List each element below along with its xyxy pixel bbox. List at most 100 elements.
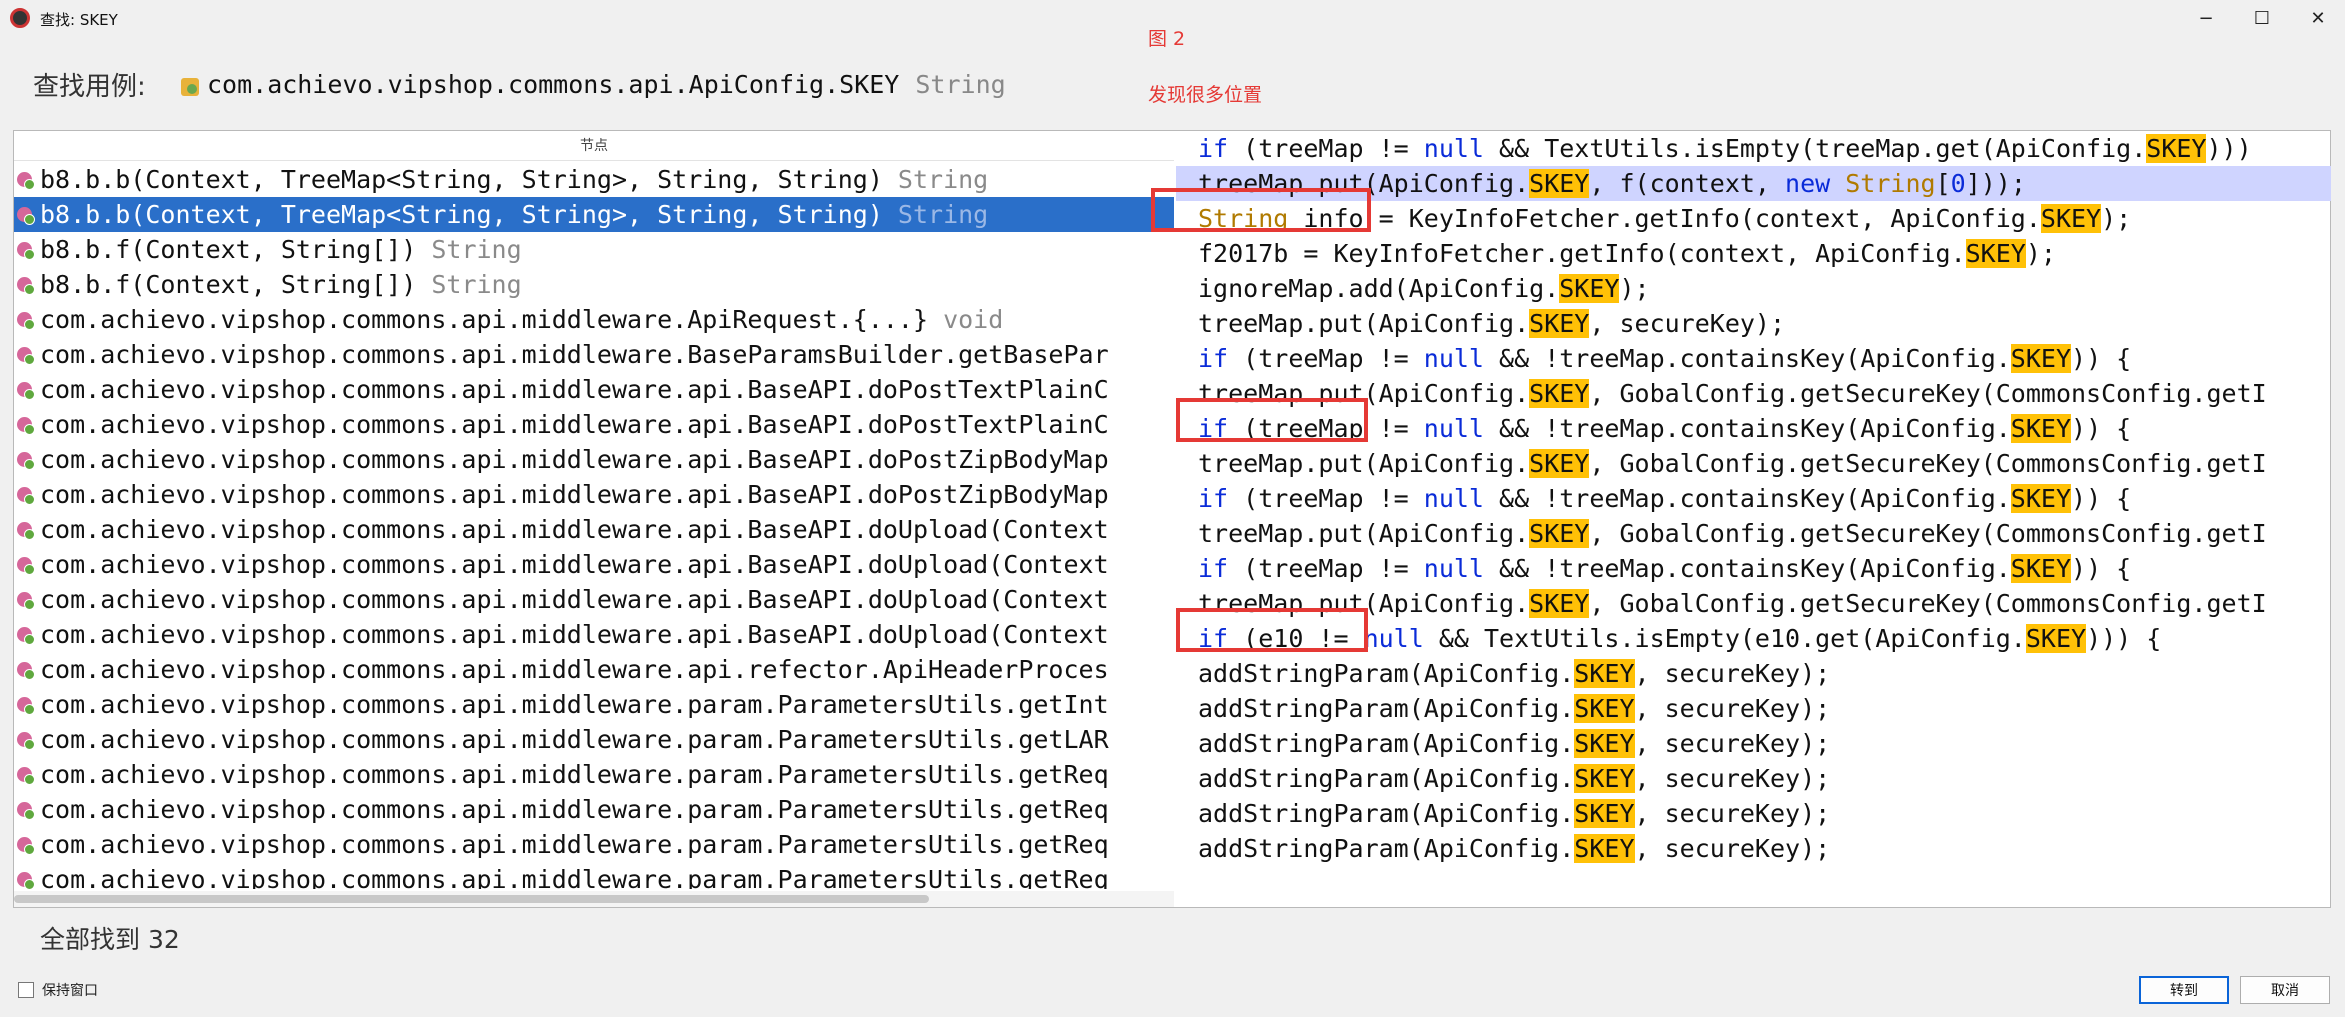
usage-row[interactable]: com.achievo.vipshop.commons.api.middlewa… bbox=[14, 792, 1174, 827]
search-target-name: com.achievo.vipshop.commons.api.ApiConfi… bbox=[207, 70, 900, 99]
code-line: treeMap.put(ApiConfig.SKEY, GobalConfig.… bbox=[1198, 379, 2267, 408]
usage-row[interactable]: com.achievo.vipshop.commons.api.middlewa… bbox=[14, 827, 1174, 862]
code-line: treeMap.put(ApiConfig.SKEY, secureKey); bbox=[1198, 309, 1786, 338]
usage-row[interactable]: com.achievo.vipshop.commons.api.middlewa… bbox=[14, 757, 1174, 792]
usage-row[interactable]: com.achievo.vipshop.commons.api.middlewa… bbox=[14, 302, 1174, 337]
method-icon bbox=[17, 452, 35, 470]
window-title: 查找: SKEY bbox=[40, 11, 118, 29]
code-line: f2017b = KeyInfoFetcher.getInfo(context,… bbox=[1198, 239, 2056, 268]
method-icon bbox=[17, 207, 35, 225]
note-annotation: 发现很多位置 bbox=[1148, 84, 1263, 106]
usage-row-text: com.achievo.vipshop.commons.api.middlewa… bbox=[40, 410, 1109, 439]
code-line: addStringParam(ApiConfig.SKEY, secureKey… bbox=[1198, 729, 1831, 758]
method-icon bbox=[17, 802, 35, 820]
usage-row-text: com.achievo.vipshop.commons.api.middlewa… bbox=[40, 830, 1109, 859]
usage-row-type: String bbox=[882, 200, 989, 229]
search-target-type: String bbox=[915, 70, 1006, 99]
usage-row-text: com.achievo.vipshop.commons.api.middlewa… bbox=[40, 515, 1109, 544]
usage-row-text: com.achievo.vipshop.commons.api.middlewa… bbox=[40, 480, 1109, 509]
close-button[interactable]: ✕ bbox=[2290, 2, 2345, 34]
method-icon bbox=[17, 697, 35, 715]
usage-row-text: com.achievo.vipshop.commons.api.middlewa… bbox=[40, 795, 1109, 824]
code-line: ignoreMap.add(ApiConfig.SKEY); bbox=[1198, 274, 1650, 303]
usage-row-text: com.achievo.vipshop.commons.api.middlewa… bbox=[40, 760, 1109, 789]
usage-row[interactable]: com.achievo.vipshop.commons.api.middlewa… bbox=[14, 442, 1174, 477]
usage-row-text: com.achievo.vipshop.commons.api.middlewa… bbox=[40, 690, 1109, 719]
usage-row-text: com.achievo.vipshop.commons.api.middlewa… bbox=[40, 375, 1109, 404]
method-icon bbox=[17, 417, 35, 435]
keep-window-option[interactable]: 保持窗口 bbox=[18, 980, 98, 1000]
usage-row[interactable]: com.achievo.vipshop.commons.api.middlewa… bbox=[14, 337, 1174, 372]
find-usages-label: 查找用例: bbox=[33, 72, 146, 102]
usage-row[interactable]: com.achievo.vipshop.commons.api.middlewa… bbox=[14, 477, 1174, 512]
code-line: if (treeMap != null && !treeMap.contains… bbox=[1198, 344, 2132, 373]
method-icon bbox=[17, 277, 35, 295]
usage-row-text: com.achievo.vipshop.commons.api.middlewa… bbox=[40, 655, 1109, 684]
method-icon bbox=[17, 172, 35, 190]
usage-row-type: String bbox=[416, 270, 522, 299]
code-line: if (treeMap != null && !treeMap.contains… bbox=[1198, 414, 2132, 443]
usage-row-type: void bbox=[928, 305, 1004, 334]
maximize-button[interactable]: ☐ bbox=[2234, 2, 2290, 34]
usage-row[interactable]: com.achievo.vipshop.commons.api.middlewa… bbox=[14, 687, 1174, 722]
code-line: addStringParam(ApiConfig.SKEY, secureKey… bbox=[1198, 659, 1831, 688]
figure-annotation: 图 2 bbox=[1148, 28, 1186, 50]
code-line: String info = KeyInfoFetcher.getInfo(con… bbox=[1198, 204, 2132, 233]
usage-row[interactable]: b8.b.b(Context, TreeMap<String, String>,… bbox=[14, 197, 1174, 232]
usage-row[interactable]: com.achievo.vipshop.commons.api.middlewa… bbox=[14, 372, 1174, 407]
code-line: treeMap.put(ApiConfig.SKEY, GobalConfig.… bbox=[1198, 589, 2267, 618]
code-line: if (e10 != null && TextUtils.isEmpty(e10… bbox=[1198, 624, 2162, 653]
field-icon bbox=[181, 78, 199, 96]
goto-button[interactable]: 转到 bbox=[2139, 976, 2229, 1004]
usage-row[interactable]: b8.b.f(Context, String[]) String bbox=[14, 232, 1174, 267]
node-column-header[interactable]: 节点 bbox=[14, 131, 1174, 161]
usage-row[interactable]: com.achievo.vipshop.commons.api.middlewa… bbox=[14, 862, 1174, 889]
usage-row[interactable]: com.achievo.vipshop.commons.api.middlewa… bbox=[14, 582, 1174, 617]
method-icon bbox=[17, 312, 35, 330]
method-icon bbox=[17, 382, 35, 400]
code-line: treeMap.put(ApiConfig.SKEY, GobalConfig.… bbox=[1198, 449, 2267, 478]
horizontal-scrollbar[interactable] bbox=[14, 891, 1174, 907]
usage-row[interactable]: com.achievo.vipshop.commons.api.middlewa… bbox=[14, 617, 1174, 652]
usage-list[interactable]: b8.b.b(Context, TreeMap<String, String>,… bbox=[14, 162, 1174, 889]
cancel-button[interactable]: 取消 bbox=[2240, 976, 2330, 1004]
usage-row[interactable]: com.achievo.vipshop.commons.api.middlewa… bbox=[14, 547, 1174, 582]
usage-row[interactable]: com.achievo.vipshop.commons.api.middlewa… bbox=[14, 722, 1174, 757]
results-count: 全部找到 32 bbox=[40, 925, 180, 954]
method-icon bbox=[17, 837, 35, 855]
results-panel: 节点 b8.b.b(Context, TreeMap<String, Strin… bbox=[13, 130, 2331, 908]
usage-row-text: b8.b.b(Context, TreeMap<String, String>,… bbox=[40, 200, 883, 229]
method-icon bbox=[17, 487, 35, 505]
method-icon bbox=[17, 627, 35, 645]
scrollbar-thumb[interactable] bbox=[14, 895, 929, 903]
usage-row-text: com.achievo.vipshop.commons.api.middlewa… bbox=[40, 865, 1109, 889]
usage-row[interactable]: b8.b.b(Context, TreeMap<String, String>,… bbox=[14, 162, 1174, 197]
code-line: addStringParam(ApiConfig.SKEY, secureKey… bbox=[1198, 764, 1831, 793]
usage-row-text: b8.b.b(Context, TreeMap<String, String>,… bbox=[40, 165, 883, 194]
usage-row-text: com.achievo.vipshop.commons.api.middlewa… bbox=[40, 620, 1109, 649]
method-icon bbox=[17, 732, 35, 750]
code-line: if (treeMap != null && !treeMap.contains… bbox=[1198, 484, 2132, 513]
usage-row[interactable]: com.achievo.vipshop.commons.api.middlewa… bbox=[14, 512, 1174, 547]
code-line: addStringParam(ApiConfig.SKEY, secureKey… bbox=[1198, 694, 1831, 723]
code-line: treeMap.put(ApiConfig.SKEY, f(context, n… bbox=[1176, 166, 2331, 201]
code-preview: if (treeMap != null && TextUtils.isEmpty… bbox=[1176, 131, 2331, 907]
keep-window-label: 保持窗口 bbox=[42, 983, 98, 999]
app-icon bbox=[10, 8, 30, 28]
keep-window-checkbox[interactable] bbox=[18, 982, 34, 998]
method-icon bbox=[17, 242, 35, 260]
method-icon bbox=[17, 347, 35, 365]
code-line: if (treeMap != null && TextUtils.isEmpty… bbox=[1198, 134, 2252, 163]
minimize-button[interactable]: − bbox=[2178, 2, 2234, 34]
code-line: treeMap.put(ApiConfig.SKEY, GobalConfig.… bbox=[1198, 519, 2267, 548]
usage-row-type: String bbox=[416, 235, 522, 264]
usage-row[interactable]: com.achievo.vipshop.commons.api.middlewa… bbox=[14, 407, 1174, 442]
usage-row[interactable]: b8.b.f(Context, String[]) String bbox=[14, 267, 1174, 302]
usage-row-text: com.achievo.vipshop.commons.api.middlewa… bbox=[40, 445, 1109, 474]
usage-row-text: com.achievo.vipshop.commons.api.middlewa… bbox=[40, 340, 1109, 369]
usage-row[interactable]: com.achievo.vipshop.commons.api.middlewa… bbox=[14, 652, 1174, 687]
method-icon bbox=[17, 592, 35, 610]
method-icon bbox=[17, 767, 35, 785]
code-line: addStringParam(ApiConfig.SKEY, secureKey… bbox=[1198, 834, 1831, 863]
usage-row-type: String bbox=[882, 165, 989, 194]
